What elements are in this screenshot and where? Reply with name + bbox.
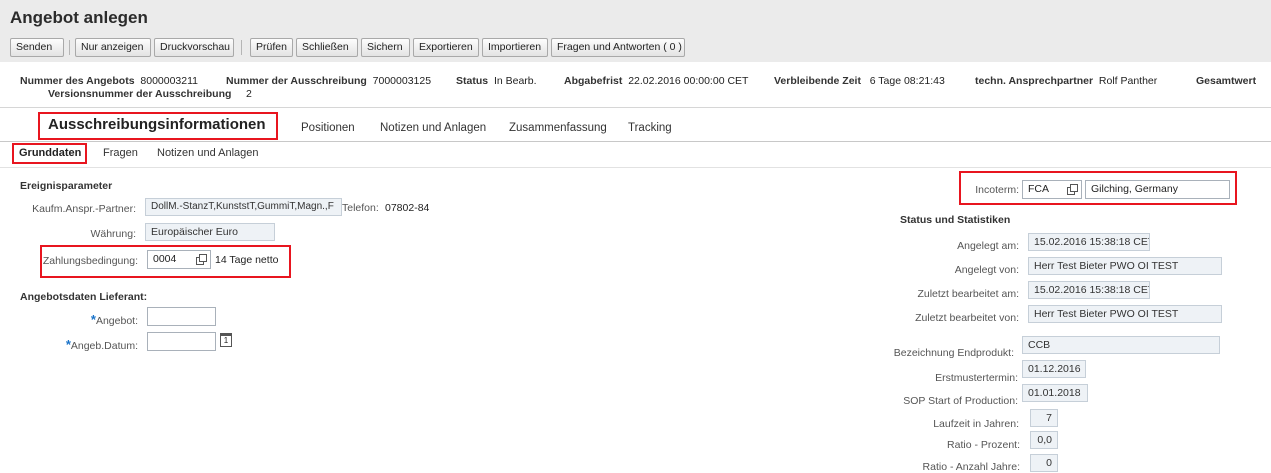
section-title-status: Status und Statistiken [900,214,1011,226]
angebot-number-value: 8000003211 [140,75,199,87]
status-row-label: Zuletzt bearbeitet von: [915,312,1019,324]
deadline-value: 22.02.2016 00:00:00 CET [628,75,749,87]
value-help-icon[interactable] [1067,184,1078,195]
tab-notizen-und-anlagen[interactable]: Notizen und Anlagen [380,122,486,134]
zahlungsbedingung-text: 14 Tage netto [215,254,279,266]
zahlungsbedingung-input[interactable]: 0004 [147,250,211,269]
status-label: Status [456,75,489,87]
tech-contact-value: Rolf Panther [1098,75,1158,87]
sop-label: SOP Start of Production: [903,395,1018,407]
status-row-value: 15.02.2016 15:38:18 CET [1028,233,1150,251]
section-title-lieferant: Angebotsdaten Lieferant: [20,291,148,303]
zahlungsbedingung-code: 0004 [153,253,177,265]
ratio-jahre-field: 0 [1030,454,1058,472]
laufzeit-field: 7 [1030,409,1058,427]
status-row-value: Herr Test Bieter PWO OI TEST [1028,257,1222,275]
divider [0,141,1271,142]
remaining-time-value: 6 Tage 08:21:43 [869,75,945,87]
status-row-value: 15.02.2016 15:38:18 CET [1028,281,1150,299]
close-button[interactable]: Schließen [296,38,358,57]
incoterm-code-input[interactable]: FCA [1022,180,1082,199]
page-title: Angebot anlegen [10,8,148,27]
version-value: 2 [246,88,252,100]
divider [0,107,1271,108]
partner-field: DollM.-StanzT,KunststT,GummiT,Magn.,F [145,198,342,216]
remaining-time-label: Verbleibende Zeit [774,75,861,87]
toolbar-separator [241,40,242,55]
import-button[interactable]: Importieren [482,38,548,57]
toolbar-separator [69,40,70,55]
tab-ausschreibungsinformationen[interactable]: Ausschreibungsinformationen [48,116,266,133]
value-help-icon[interactable] [196,254,207,265]
status-value: In Bearb. [493,75,537,87]
version-label: Versionsnummer der Ausschreibung [48,88,232,100]
angebot-number-label: Nummer des Angebots [20,75,135,87]
subtab-fragen[interactable]: Fragen [103,147,138,159]
angebot-input[interactable] [147,307,216,326]
sop-field: 01.01.2018 [1022,384,1088,402]
ratio-prozent-label: Ratio - Prozent: [947,439,1020,451]
calendar-icon[interactable]: 1 [220,333,232,347]
endprodukt-label: Bezeichnung Endprodukt: [893,347,1014,359]
divider [0,167,1271,168]
erstmuster-field: 01.12.2016 [1022,360,1086,378]
partner-label: Kaufm.Anspr.-Partner: [32,203,136,215]
header-info: Nummer des Angebots 8000003211 [20,75,198,87]
subtab-grunddaten[interactable]: Grunddaten [19,147,81,159]
incoterm-label: Incoterm: [975,184,1019,196]
send-button[interactable]: Senden [10,38,64,57]
incoterm-code: FCA [1028,183,1049,195]
tab-positionen[interactable]: Positionen [301,122,355,134]
tab-zusammenfassung[interactable]: Zusammenfassung [509,122,607,134]
ausschreibung-number-label: Nummer der Ausschreibung [226,75,367,87]
total-value-label: Gesamtwert [1196,75,1257,87]
erstmuster-label: Erstmustertermin: [935,372,1018,384]
status-row-label: Angelegt von: [954,264,1019,276]
incoterm-location-input[interactable]: Gilching, Germany [1085,180,1230,199]
telefon-value: 07802-84 [385,202,430,214]
export-button[interactable]: Exportieren [413,38,479,57]
angebot-datum-input[interactable] [147,332,216,351]
deadline-label: Abgabefrist [564,75,623,87]
save-button[interactable]: Sichern [361,38,410,57]
waehrung-label: Währung: [90,228,136,240]
status-row-label: Angelegt am: [957,240,1019,252]
angebot-field-label: *Angebot: [90,312,138,327]
section-title-ereignisparameter: Ereignisparameter [20,180,113,192]
waehrung-field: Europäischer Euro [145,223,275,241]
laufzeit-label: Laufzeit in Jahren: [933,418,1019,430]
endprodukt-field: CCB [1022,336,1220,354]
telefon-label: Telefon: [342,202,379,214]
ratio-jahre-label: Ratio - Anzahl Jahre: [922,461,1020,473]
print-preview-button[interactable]: Druckvorschau [154,38,234,57]
check-button[interactable]: Prüfen [250,38,293,57]
tab-tracking[interactable]: Tracking [628,122,672,134]
angebot-datum-label: *Angeb.Datum: [65,337,138,352]
ausschreibung-number-value: 7000003125 [372,75,432,87]
tech-contact-label: techn. Ansprechpartner [975,75,1094,87]
status-row-label: Zuletzt bearbeitet am: [917,288,1019,300]
questions-answers-button[interactable]: Fragen und Antworten ( 0 ) [551,38,685,57]
zahlungsbedingung-label: Zahlungsbedingung: [42,255,138,267]
status-row-value: Herr Test Bieter PWO OI TEST [1028,305,1222,323]
subtab-notizen-und-anlagen[interactable]: Notizen und Anlagen [157,147,259,159]
ratio-prozent-field: 0,0 [1030,431,1058,449]
display-only-button[interactable]: Nur anzeigen [75,38,151,57]
